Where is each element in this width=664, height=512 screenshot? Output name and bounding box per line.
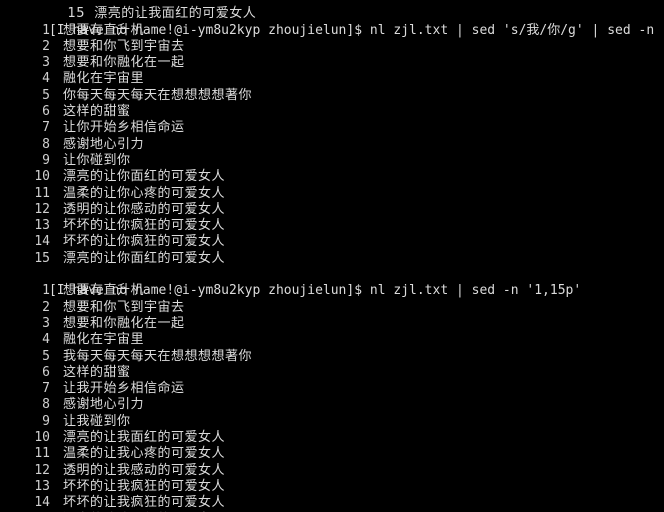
line-number: 5 <box>42 348 50 364</box>
line-text: 让你开始乡相信命运 <box>63 120 185 136</box>
command-text-2: nl zjl.txt | sed -n '1,15p' <box>369 283 582 299</box>
line-number: 3 <box>42 315 50 331</box>
output-row: 6 这样的甜蜜 <box>2 365 664 381</box>
line-number: 8 <box>42 397 50 413</box>
line-text: 坏坏的让我疯狂的可爱女人 <box>63 495 226 511</box>
line-number: 13 <box>34 218 50 234</box>
line-number: 10 <box>34 169 50 185</box>
line-text: 想要和你融化在一起 <box>63 55 185 71</box>
line-number: 4 <box>42 71 50 87</box>
line-number: 1 <box>42 22 50 38</box>
line-number: 11 <box>34 185 50 201</box>
output-row: 3 想要和你融化在一起 <box>2 55 664 71</box>
output-row: 2 想要和你飞到宇宙去 <box>2 300 664 316</box>
line-number: 5 <box>42 87 50 103</box>
line-number: 2 <box>42 38 50 54</box>
line-text: 坏坏的让我疯狂的可爱女人 <box>63 478 226 494</box>
output-row: 8 感谢地心引力 <box>2 397 664 413</box>
line-number: 10 <box>34 430 50 446</box>
line-number: 2 <box>42 299 50 315</box>
output-row: 14 坏坏的让你疯狂的可爱女人 <box>2 234 664 250</box>
command-row-2: [I have no name!@i-ym8u2kyp zhoujielun]$… <box>2 267 664 298</box>
line-number: 8 <box>42 136 50 152</box>
line-text: 漂亮的让你面红的可爱女人 <box>63 169 226 185</box>
line-text: 坏坏的让你疯狂的可爱女人 <box>63 218 226 234</box>
output-row: 12 透明的让我感动的可爱女人 <box>2 463 664 479</box>
line-number: 15 <box>34 250 50 266</box>
line-number: 11 <box>34 446 50 462</box>
line-text: 你每天每天每天在想想想想著你 <box>63 87 253 103</box>
line-text: 漂亮的让我面红的可爱女人 <box>63 430 226 446</box>
line-number: 12 <box>34 462 50 478</box>
line-text: 透明的让我感动的可爱女人 <box>63 462 226 478</box>
output-row: 13 坏坏的让我疯狂的可爱女人 <box>2 479 664 495</box>
output-row: 5 你每天每天每天在想想想想著你 <box>2 88 664 104</box>
output-row: 9 让你碰到你 <box>2 153 664 169</box>
output-row: 3 想要和你融化在一起 <box>2 316 664 332</box>
terminal-screen: 15 漂亮的让我面红的可爱女人 [I have no name!@i-ym8u2… <box>0 0 664 512</box>
output-row: 4 融化在宇宙里 <box>2 332 664 348</box>
line-text: 这样的甜蜜 <box>63 364 131 380</box>
output-row: 11 温柔的让我心疼的可爱女人 <box>2 446 664 462</box>
output-row: 12 透明的让你感动的可爱女人 <box>2 202 664 218</box>
line-number: 7 <box>42 120 50 136</box>
line-text: 漂亮的让你面红的可爱女人 <box>63 250 226 266</box>
line-text: 想要和你融化在一起 <box>63 315 185 331</box>
line-number: 7 <box>42 381 50 397</box>
line-number: 13 <box>34 478 50 494</box>
output-row: 10 漂亮的让你面红的可爱女人 <box>2 169 664 185</box>
line-text: 感谢地心引力 <box>63 397 145 413</box>
output-row: 6 这样的甜蜜 <box>2 104 664 120</box>
output-row: 9 让我碰到你 <box>2 414 664 430</box>
line-number: 12 <box>34 201 50 217</box>
line-text: 融化在宇宙里 <box>63 71 145 87</box>
scrollback-partial-text: 15 漂亮的让我面红的可爱女人 <box>48 6 257 22</box>
line-number: 14 <box>34 234 50 250</box>
line-text: 坏坏的让你疯狂的可爱女人 <box>63 234 226 250</box>
line-text: 想要有直升机 <box>63 283 145 299</box>
line-text: 温柔的让我心疼的可爱女人 <box>63 446 226 462</box>
line-text: 温柔的让你心疼的可爱女人 <box>63 185 226 201</box>
output-row: 7 让我开始乡相信命运 <box>2 381 664 397</box>
line-text: 想要和你飞到宇宙去 <box>63 38 185 54</box>
line-number: 6 <box>42 364 50 380</box>
line-text: 让我碰到你 <box>63 413 131 429</box>
line-number: 4 <box>42 332 50 348</box>
output-row: 15 漂亮的让你面红的可爱女人 <box>2 251 664 267</box>
line-number: 9 <box>42 413 50 429</box>
line-text: 让我开始乡相信命运 <box>63 381 185 397</box>
line-text: 感谢地心引力 <box>63 136 145 152</box>
line-number: 9 <box>42 152 50 168</box>
output-row: 13 坏坏的让你疯狂的可爱女人 <box>2 218 664 234</box>
output-row: 2 想要和你飞到宇宙去 <box>2 39 664 55</box>
output-row: 14 坏坏的让我疯狂的可爱女人 <box>2 495 664 511</box>
terminal-window[interactable]: 15 漂亮的让我面红的可爱女人 [I have no name!@i-ym8u2… <box>0 0 664 512</box>
output-row: 11 温柔的让你心疼的可爱女人 <box>2 186 664 202</box>
output-row: 7 让你开始乡相信命运 <box>2 120 664 136</box>
line-number: 6 <box>42 104 50 120</box>
output-row: 10 漂亮的让我面红的可爱女人 <box>2 430 664 446</box>
line-text: 这样的甜蜜 <box>63 104 131 120</box>
output-row: 8 感谢地心引力 <box>2 137 664 153</box>
line-text: 我每天每天每天在想想想想著你 <box>63 348 253 364</box>
line-number: 1 <box>42 283 50 299</box>
line-number: 14 <box>34 495 50 511</box>
command-text-1: nl zjl.txt | sed 's/我/你/g' | sed -n '1,1… <box>369 22 664 38</box>
line-text: 让你碰到你 <box>63 152 131 168</box>
line-number: 3 <box>42 55 50 71</box>
line-text: 想要有直升机 <box>63 22 145 38</box>
line-text: 透明的让你感动的可爱女人 <box>63 201 226 217</box>
output-row: 4 融化在宇宙里 <box>2 71 664 87</box>
output-row: 5 我每天每天每天在想想想想著你 <box>2 349 664 365</box>
line-text: 想要和你飞到宇宙去 <box>63 299 185 315</box>
line-text: 融化在宇宙里 <box>63 332 145 348</box>
